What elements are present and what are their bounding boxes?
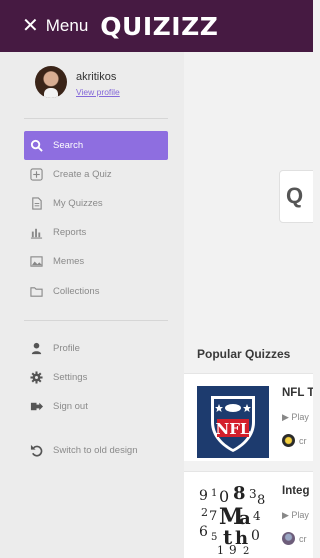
svg-text:2: 2 (243, 546, 249, 556)
user-name: akritikos (76, 71, 117, 83)
sidebar: akritikos View profile Search Create a Q… (0, 52, 184, 558)
sidebar-item-memes[interactable]: Memes (24, 247, 168, 276)
sidebar-item-label: Settings (53, 372, 88, 383)
sidebar-item-my-quizzes[interactable]: My Quizzes (24, 189, 168, 218)
nfl-logo-thumbnail: NFL (197, 386, 269, 458)
quiz-card[interactable]: 9 1 0 8 3 8 2 7 M a 4 6 5 t h 0 1 9 2 In… (184, 471, 313, 558)
svg-text:5: 5 (211, 532, 217, 543)
quizizz-logo[interactable]: QUIZIZZ (100, 12, 218, 41)
menu-label[interactable]: Menu (46, 16, 89, 36)
svg-text:0: 0 (251, 528, 260, 544)
sidebar-item-create-quiz[interactable]: Create a Quiz (24, 160, 168, 189)
search-icon: Q (286, 183, 304, 208)
svg-text:3: 3 (249, 487, 257, 501)
quiz-play-count: ▶ Play (282, 412, 309, 422)
sidebar-item-collections[interactable]: Collections (24, 277, 168, 306)
svg-text:2: 2 (201, 506, 208, 519)
author-name: cr (299, 435, 307, 446)
svg-text:1: 1 (217, 544, 224, 556)
quiz-title[interactable]: Integ (282, 485, 309, 497)
quiz-play-count: ▶ Play (282, 510, 309, 520)
user-icon (29, 342, 43, 356)
svg-text:9: 9 (199, 488, 208, 504)
sidebar-item-label: Collections (53, 286, 100, 297)
author-name: cr (299, 533, 307, 544)
svg-text:4: 4 (253, 509, 261, 523)
author-avatar (282, 434, 295, 447)
sidebar-item-profile[interactable]: Profile (24, 334, 168, 363)
quiz-author: cr (282, 532, 307, 545)
avatar[interactable] (35, 66, 67, 98)
sign-out-icon (29, 400, 43, 414)
sidebar-item-reports[interactable]: Reports (24, 218, 168, 247)
sidebar-item-label: Reports (53, 227, 87, 238)
image-icon (29, 255, 43, 269)
svg-text:a: a (239, 508, 251, 529)
sidebar-item-sign-out[interactable]: Sign out (24, 392, 168, 421)
folder-icon (29, 285, 43, 299)
divider (24, 118, 168, 119)
quiz-author: cr (282, 434, 307, 447)
sidebar-item-search[interactable]: Search (24, 131, 168, 160)
sidebar-item-label: Search (53, 140, 84, 151)
popular-quizzes-heading: Popular Quizzes (197, 347, 291, 361)
svg-text:8: 8 (233, 484, 246, 504)
view-profile-link[interactable]: View profile (76, 87, 120, 97)
search-box[interactable]: Q (279, 170, 313, 223)
svg-text:6: 6 (199, 524, 208, 540)
search-icon (29, 139, 43, 153)
undo-icon (29, 444, 43, 458)
svg-text:1: 1 (211, 488, 217, 499)
quiz-title[interactable]: NFL T (282, 387, 313, 399)
svg-text:NFL: NFL (216, 420, 251, 438)
plus-square-icon (29, 168, 43, 182)
divider (24, 320, 168, 321)
close-menu-icon[interactable]: ✕ (22, 16, 39, 36)
math-numbers-thumbnail: 9 1 0 8 3 8 2 7 M a 4 6 5 t h 0 1 9 2 (197, 483, 269, 557)
sidebar-item-label: Create a Quiz (53, 169, 112, 180)
sidebar-item-settings[interactable]: Settings (24, 363, 168, 392)
author-avatar (282, 532, 295, 545)
sidebar-item-switch-old-design[interactable]: Switch to old design (24, 436, 168, 465)
sidebar-item-label: Profile (53, 343, 80, 354)
gear-icon (29, 371, 43, 385)
quiz-card[interactable]: NFL NFL T ▶ Play cr (184, 373, 313, 461)
svg-text:7: 7 (209, 509, 217, 524)
sidebar-item-label: My Quizzes (53, 198, 103, 209)
svg-text:8: 8 (257, 493, 265, 508)
sidebar-item-label: Switch to old design (53, 445, 138, 456)
top-bar: ✕ Menu QUIZIZZ (0, 0, 313, 52)
main-content: Q Popular Quizzes NFL NFL T ▶ Play cr 9 … (184, 52, 313, 558)
user-profile: akritikos View profile (35, 66, 120, 98)
document-icon (29, 197, 43, 211)
bar-chart-icon (29, 226, 43, 240)
sidebar-item-label: Sign out (53, 401, 88, 412)
sidebar-item-label: Memes (53, 256, 85, 267)
svg-text:9: 9 (229, 543, 237, 556)
